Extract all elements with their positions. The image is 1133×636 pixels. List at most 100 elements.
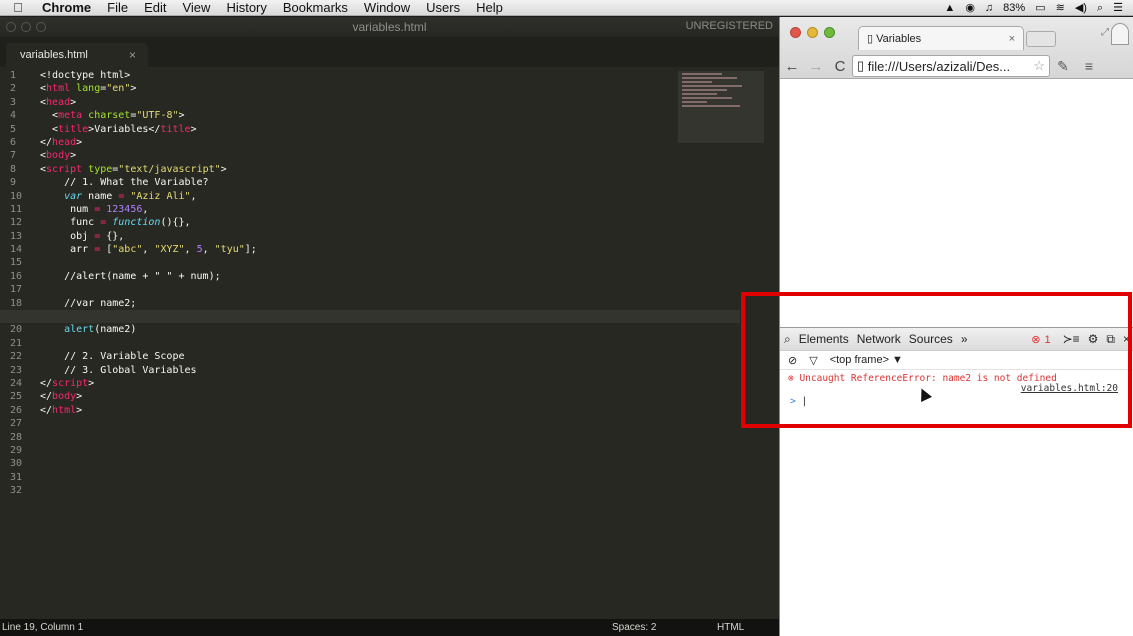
line-number-gutter: 1234567891011121314151617181920212223242… (0, 69, 36, 498)
line-number: 5 (10, 123, 17, 135)
code-line-16: //alert(name + " " + num); (40, 270, 221, 282)
volume-icon[interactable]: ◀) (1075, 0, 1087, 16)
page-icon: ▯ (857, 58, 868, 73)
bell-icon[interactable]: ♫ (985, 0, 993, 16)
menu-help[interactable]: Help (468, 0, 511, 16)
editor-window-title: variables.html (352, 20, 427, 34)
menu-edit[interactable]: Edit (136, 0, 174, 16)
page-icon: ▯ (867, 33, 877, 45)
code-line-12: func = function(){}, (40, 217, 191, 229)
forward-arrow-icon[interactable]: → (804, 58, 828, 75)
spotlight-search-icon[interactable]: ⌕ (1097, 0, 1103, 16)
sublime-editor-window: variables.html UNREGISTERED variables.ht… (0, 17, 779, 636)
code-line-11: num = 123456, (40, 203, 149, 215)
reload-icon[interactable]: C (828, 58, 852, 75)
line-number: 12 (10, 217, 23, 229)
battery-percent[interactable]: 83% (1003, 0, 1025, 16)
line-number: 29 (10, 444, 23, 456)
line-number: 10 (10, 190, 23, 202)
bookmark-star-icon[interactable]: ☆ (1033, 58, 1045, 74)
line-number: 20 (10, 324, 23, 336)
chrome-zoom-icon[interactable] (824, 27, 835, 38)
line-number: 25 (10, 391, 23, 403)
chrome-minimize-icon[interactable] (807, 27, 818, 38)
line-number: 4 (10, 110, 17, 122)
battery-icon[interactable]: ▭ (1035, 0, 1045, 16)
record-icon[interactable]: ◉ (965, 0, 975, 16)
code-line-13: obj = {}, (40, 230, 125, 242)
back-arrow-icon[interactable]: ← (780, 58, 804, 75)
wifi-icon[interactable]: ≋ (1056, 0, 1065, 16)
code-line-14: arr = ["abc", "XYZ", 5, "tyu"]; (40, 244, 257, 256)
menu-view[interactable]: View (174, 0, 218, 16)
line-number: 32 (10, 485, 23, 497)
notification-list-icon[interactable]: ☰ (1113, 0, 1123, 16)
annotation-highlight-box (741, 292, 1132, 428)
line-number: 6 (10, 136, 17, 148)
code-line-26: </html> (40, 404, 83, 416)
line-number: 8 (10, 163, 17, 175)
line-number: 18 (10, 297, 23, 309)
address-url: file:///Users/azizali/Des... (867, 58, 1011, 74)
code-line-4: <meta charset="UTF-8"> (40, 110, 185, 122)
code-line-5: <title>Variables</title> (40, 123, 197, 135)
code-line-20: alert(name2) (64, 324, 137, 336)
line-number: 26 (10, 404, 23, 416)
menu-bookmarks[interactable]: Bookmarks (275, 0, 356, 16)
chrome-close-icon[interactable] (790, 27, 801, 38)
line-number: 30 (10, 458, 23, 470)
address-bar[interactable]: ▯ file:///Users/azizali/Des... ☆ (852, 55, 1050, 77)
chrome-menu-icon[interactable]: ≡ (1076, 58, 1102, 74)
menu-file[interactable]: File (99, 0, 136, 16)
editor-tab-label: variables.html (20, 49, 88, 61)
editor-tab-variables[interactable]: variables.html × (6, 43, 148, 67)
apple-icon[interactable]:  (0, 0, 36, 15)
line-number: 22 (10, 351, 23, 363)
code-text[interactable]: <!doctype html> <html lang="en"> <head> … (0, 69, 740, 417)
code-editor[interactable]: 1234567891011121314151617181920212223242… (0, 67, 770, 619)
code-line-7: <body> (40, 150, 77, 162)
line-number: 13 (10, 230, 23, 242)
code-line-22: // 2. Variable Scope (40, 351, 185, 363)
menu-users[interactable]: Users (418, 0, 468, 16)
syntax-mode[interactable]: HTML (717, 622, 744, 633)
line-number: 27 (10, 418, 23, 430)
code-line-3: <head> (40, 96, 77, 108)
new-tab-button[interactable] (1026, 31, 1056, 47)
close-tab-icon[interactable]: × (1009, 33, 1015, 45)
line-number: 28 (10, 431, 23, 443)
line-number: 17 (10, 284, 23, 296)
chrome-toolbar: ▯ Variables × ⤢ ← → C ▯ file:///Users/az… (780, 17, 1133, 79)
profile-avatar-icon[interactable] (1111, 23, 1129, 45)
code-line-8: <script type="text/javascript"> (40, 163, 227, 175)
line-number: 7 (10, 150, 17, 162)
code-line-24: </script> (40, 377, 95, 389)
editor-status-bar: Line 19, Column 1 Spaces: 2 HTML (0, 619, 779, 636)
menu-app-chrome[interactable]: Chrome (36, 0, 99, 16)
menu-history[interactable]: History (218, 0, 274, 16)
close-tab-icon[interactable]: × (129, 48, 136, 62)
line-number: 16 (10, 270, 23, 282)
line-number: 11 (10, 203, 23, 215)
chrome-tab-title: Variables (876, 32, 922, 45)
code-minimap[interactable] (678, 71, 764, 143)
code-line-9: // 1. What the Variable? (40, 177, 209, 189)
line-number: 15 (10, 257, 23, 269)
chrome-tab-variables[interactable]: ▯ Variables × (858, 26, 1024, 50)
menu-window[interactable]: Window (356, 0, 418, 16)
line-number: 3 (10, 96, 17, 108)
code-line-23: // 3. Global Variables (40, 364, 197, 376)
drive-icon[interactable]: ▲ (944, 0, 955, 16)
indentation-setting[interactable]: Spaces: 2 (612, 622, 656, 633)
line-number: 9 (10, 177, 17, 189)
unregistered-label: UNREGISTERED (685, 20, 773, 32)
line-number: 31 (10, 471, 23, 483)
extension-pen-icon[interactable]: ✎ (1050, 58, 1076, 75)
editor-titlebar: variables.html UNREGISTERED (0, 17, 779, 37)
fullscreen-icon[interactable]: ⤢ (1101, 27, 1109, 38)
line-number: 1 (10, 70, 17, 81)
chrome-window-controls (790, 27, 835, 38)
